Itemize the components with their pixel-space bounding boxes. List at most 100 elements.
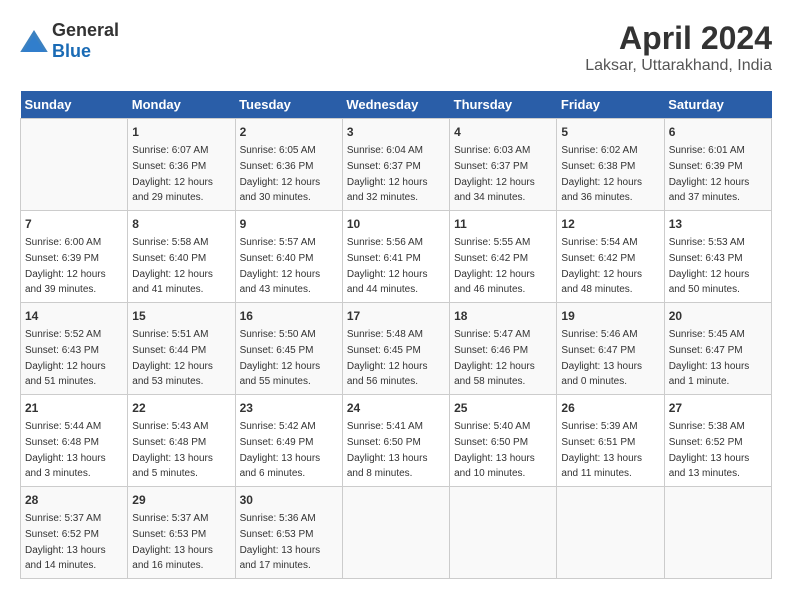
day-cell: 9 Sunrise: 5:57 AMSunset: 6:40 PMDaylight… [235,211,342,303]
day-cell [557,487,664,579]
day-cell: 11 Sunrise: 5:55 AMSunset: 6:42 PMDayligh… [450,211,557,303]
day-info: Sunrise: 6:07 AMSunset: 6:36 PMDaylight:… [132,145,213,203]
day-number: 2 [240,123,338,141]
day-info: Sunrise: 5:52 AMSunset: 6:43 PMDaylight:… [25,329,106,387]
day-number: 7 [25,215,123,233]
day-cell: 13 Sunrise: 5:53 AMSunset: 6:43 PMDayligh… [664,211,771,303]
day-number: 29 [132,491,230,509]
day-info: Sunrise: 5:43 AMSunset: 6:48 PMDaylight:… [132,421,213,479]
day-info: Sunrise: 5:55 AMSunset: 6:42 PMDaylight:… [454,237,535,295]
day-cell: 30Sunrise: 5:36 AMSunset: 6:53 PMDayligh… [235,487,342,579]
calendar-table: SundayMondayTuesdayWednesdayThursdayFrid… [20,91,772,579]
day-cell [21,119,128,211]
day-info: Sunrise: 5:47 AMSunset: 6:46 PMDaylight:… [454,329,535,387]
day-info: Sunrise: 5:51 AMSunset: 6:44 PMDaylight:… [132,329,213,387]
day-cell: 5 Sunrise: 6:02 AMSunset: 6:38 PMDaylight… [557,119,664,211]
day-cell [664,487,771,579]
header-friday: Friday [557,91,664,119]
day-number: 23 [240,399,338,417]
day-info: Sunrise: 6:00 AMSunset: 6:39 PMDaylight:… [25,237,106,295]
day-cell: 14 Sunrise: 5:52 AMSunset: 6:43 PMDayligh… [21,303,128,395]
day-number: 15 [132,307,230,325]
day-cell: 18Sunrise: 5:47 AMSunset: 6:46 PMDayligh… [450,303,557,395]
day-cell: 16 Sunrise: 5:50 AMSunset: 6:45 PMDayligh… [235,303,342,395]
day-cell [342,487,449,579]
day-number: 9 [240,215,338,233]
week-row-4: 21 Sunrise: 5:44 AMSunset: 6:48 PMDayligh… [21,395,772,487]
logo-general: General [52,20,119,40]
header: General Blue April 2024 Laksar, Uttarakh… [20,20,772,75]
day-number: 28 [25,491,123,509]
day-number: 21 [25,399,123,417]
day-cell: 20Sunrise: 5:45 AMSunset: 6:47 PMDayligh… [664,303,771,395]
day-info: Sunrise: 5:54 AMSunset: 6:42 PMDaylight:… [561,237,642,295]
day-number: 16 [240,307,338,325]
day-number: 22 [132,399,230,417]
day-info: Sunrise: 6:04 AMSunset: 6:37 PMDaylight:… [347,145,428,203]
day-info: Sunrise: 5:38 AMSunset: 6:52 PMDaylight:… [669,421,750,479]
header-monday: Monday [128,91,235,119]
day-number: 5 [561,123,659,141]
day-info: Sunrise: 5:46 AMSunset: 6:47 PMDaylight:… [561,329,642,387]
day-info: Sunrise: 5:53 AMSunset: 6:43 PMDaylight:… [669,237,750,295]
logo-blue: Blue [52,41,91,61]
week-row-3: 14 Sunrise: 5:52 AMSunset: 6:43 PMDayligh… [21,303,772,395]
day-cell: 28 Sunrise: 5:37 AMSunset: 6:52 PMDayligh… [21,487,128,579]
day-info: Sunrise: 5:39 AMSunset: 6:51 PMDaylight:… [561,421,642,479]
logo-icon [20,30,48,52]
day-cell: 27 Sunrise: 5:38 AMSunset: 6:52 PMDayligh… [664,395,771,487]
day-number: 19 [561,307,659,325]
header-wednesday: Wednesday [342,91,449,119]
logo-text: General Blue [52,20,119,62]
calendar-header-row: SundayMondayTuesdayWednesdayThursdayFrid… [21,91,772,119]
day-cell: 7 Sunrise: 6:00 AMSunset: 6:39 PMDaylight… [21,211,128,303]
header-tuesday: Tuesday [235,91,342,119]
header-thursday: Thursday [450,91,557,119]
day-number: 4 [454,123,552,141]
day-cell: 15 Sunrise: 5:51 AMSunset: 6:44 PMDayligh… [128,303,235,395]
day-number: 3 [347,123,445,141]
day-cell [450,487,557,579]
day-info: Sunrise: 5:57 AMSunset: 6:40 PMDaylight:… [240,237,321,295]
day-info: Sunrise: 5:44 AMSunset: 6:48 PMDaylight:… [25,421,106,479]
day-number: 20 [669,307,767,325]
day-number: 24 [347,399,445,417]
header-saturday: Saturday [664,91,771,119]
day-number: 14 [25,307,123,325]
day-cell: 3 Sunrise: 6:04 AMSunset: 6:37 PMDaylight… [342,119,449,211]
day-cell: 4 Sunrise: 6:03 AMSunset: 6:37 PMDaylight… [450,119,557,211]
main-title: April 2024 [585,20,772,57]
day-info: Sunrise: 6:02 AMSunset: 6:38 PMDaylight:… [561,145,642,203]
week-row-5: 28 Sunrise: 5:37 AMSunset: 6:52 PMDayligh… [21,487,772,579]
day-number: 30 [240,491,338,509]
day-info: Sunrise: 5:42 AMSunset: 6:49 PMDaylight:… [240,421,321,479]
day-info: Sunrise: 5:56 AMSunset: 6:41 PMDaylight:… [347,237,428,295]
day-number: 1 [132,123,230,141]
day-cell: 17Sunrise: 5:48 AMSunset: 6:45 PMDayligh… [342,303,449,395]
day-number: 11 [454,215,552,233]
day-number: 12 [561,215,659,233]
week-row-1: 1 Sunrise: 6:07 AMSunset: 6:36 PMDaylight… [21,119,772,211]
day-number: 26 [561,399,659,417]
subtitle: Laksar, Uttarakhand, India [585,57,772,75]
day-info: Sunrise: 5:50 AMSunset: 6:45 PMDaylight:… [240,329,321,387]
day-number: 27 [669,399,767,417]
day-info: Sunrise: 5:37 AMSunset: 6:52 PMDaylight:… [25,513,106,571]
day-number: 6 [669,123,767,141]
day-cell: 22 Sunrise: 5:43 AMSunset: 6:48 PMDayligh… [128,395,235,487]
day-cell: 23 Sunrise: 5:42 AMSunset: 6:49 PMDayligh… [235,395,342,487]
day-number: 13 [669,215,767,233]
day-cell: 25Sunrise: 5:40 AMSunset: 6:50 PMDayligh… [450,395,557,487]
day-cell: 12 Sunrise: 5:54 AMSunset: 6:42 PMDayligh… [557,211,664,303]
week-row-2: 7 Sunrise: 6:00 AMSunset: 6:39 PMDaylight… [21,211,772,303]
day-cell: 26 Sunrise: 5:39 AMSunset: 6:51 PMDayligh… [557,395,664,487]
day-info: Sunrise: 6:05 AMSunset: 6:36 PMDaylight:… [240,145,321,203]
day-cell: 8Sunrise: 5:58 AMSunset: 6:40 PMDaylight… [128,211,235,303]
day-info: Sunrise: 6:01 AMSunset: 6:39 PMDaylight:… [669,145,750,203]
day-info: Sunrise: 6:03 AMSunset: 6:37 PMDaylight:… [454,145,535,203]
day-cell: 21 Sunrise: 5:44 AMSunset: 6:48 PMDayligh… [21,395,128,487]
day-cell: 29Sunrise: 5:37 AMSunset: 6:53 PMDayligh… [128,487,235,579]
day-number: 8 [132,215,230,233]
day-cell: 2 Sunrise: 6:05 AMSunset: 6:36 PMDaylight… [235,119,342,211]
title-area: April 2024 Laksar, Uttarakhand, India [585,20,772,75]
